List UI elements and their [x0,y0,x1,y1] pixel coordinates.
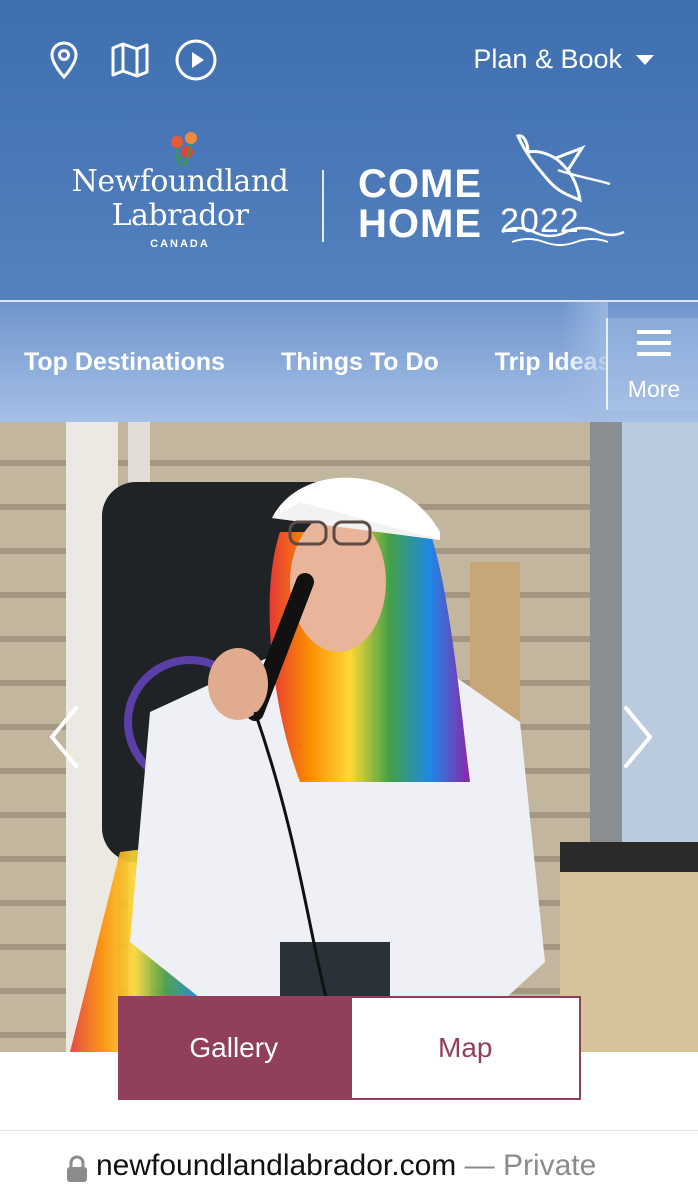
newfoundland-labrador-logo[interactable]: Newfoundland Labrador CANADA [70,120,290,260]
play-icon[interactable] [174,38,218,82]
hamburger-icon [637,330,671,363]
campaign-year: 2022 [500,202,580,240]
nav-item-things-to-do[interactable]: Things To Do [281,348,439,377]
main-navigation: Top Destinations Things To Do Trip Ideas… [0,300,698,422]
nav-items: Top Destinations Things To Do Trip Ideas [24,348,612,377]
map-tab[interactable]: Map [349,996,581,1100]
browser-url-bar[interactable]: newfoundlandlabrador.com — Private [0,1130,698,1200]
nav-scroll-fade [560,302,608,422]
site-header: Plan & Book Newfoundland Labrador CANADA… [0,0,698,300]
carousel-next-button[interactable] [618,702,658,772]
gallery-map-toggle: Gallery Map [118,996,581,1100]
brand-lockup: Newfoundland Labrador CANADA COME HOME 2… [0,120,698,270]
map-icon[interactable] [108,38,152,82]
pitcher-plant-flower-icon [171,132,197,167]
come-home-2022-logo: COME HOME 2022 [358,130,628,260]
hero-photo [0,422,698,1052]
browsing-mode: Private [502,1149,597,1182]
gallery-tab[interactable]: Gallery [118,996,350,1100]
url-separator: — [464,1149,495,1182]
brand-divider [322,170,324,242]
more-menu-button[interactable]: More [606,318,698,410]
lock-icon [67,1155,87,1182]
hero-carousel[interactable] [0,422,698,1052]
url-domain: newfoundlandlabrador.com [96,1149,457,1182]
location-pin-icon[interactable] [42,38,86,82]
caret-down-icon [636,54,654,65]
chevron-right-icon [624,706,653,768]
brand-name-line2: Labrador [111,198,249,233]
plan-book-dropdown[interactable]: Plan & Book [473,44,654,75]
nav-item-top-destinations[interactable]: Top Destinations [24,348,225,377]
chevron-left-icon [49,706,78,768]
url-text-group: newfoundlandlabrador.com — Private [96,1149,596,1183]
carousel-prev-button[interactable] [44,702,84,772]
brand-name-line1: Newfoundland [71,164,289,199]
brand-country: CANADA [150,238,210,250]
header-icon-group [42,38,218,82]
campaign-line2: HOME [358,202,482,246]
campaign-line1: COME [358,162,482,206]
more-label: More [627,376,681,402]
plan-book-label: Plan & Book [473,44,622,74]
